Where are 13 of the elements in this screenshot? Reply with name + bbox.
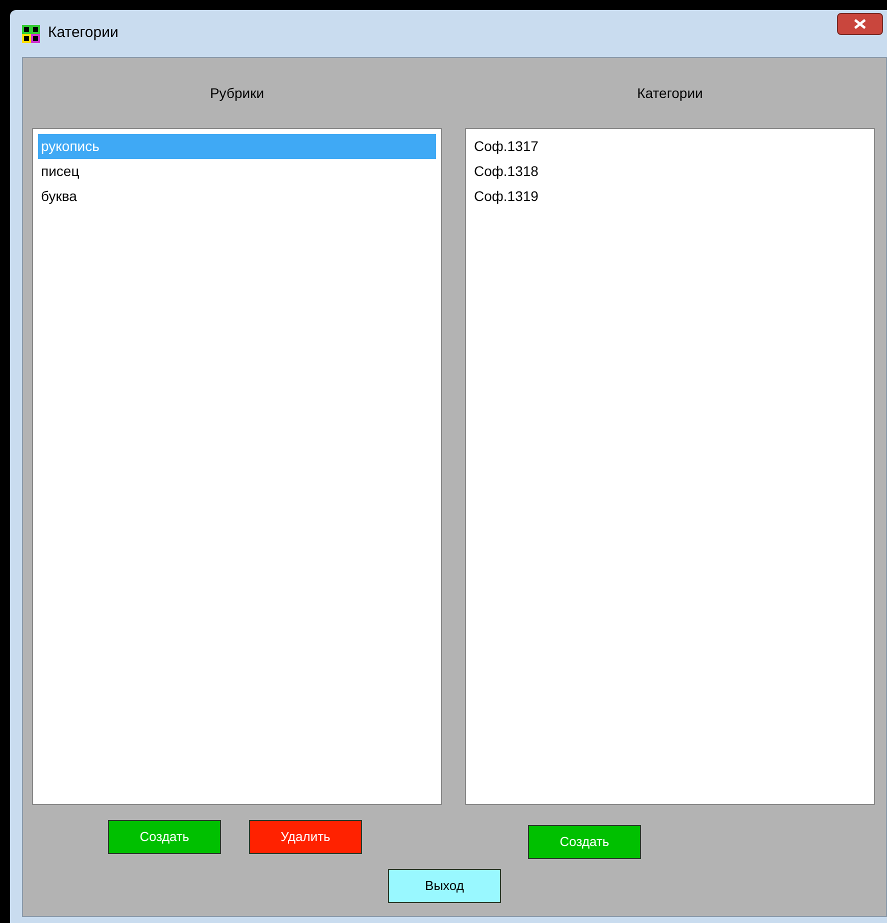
action-button[interactable]: Удалить (249, 820, 362, 854)
list-item[interactable]: писец (38, 159, 436, 184)
list-item[interactable]: Соф.1318 (471, 159, 869, 184)
app-icon (22, 24, 40, 42)
list-item[interactable]: Соф.1317 (471, 134, 869, 159)
list-heading: Категории (636, 84, 704, 103)
action-button[interactable]: Выход (388, 869, 501, 903)
window-title: Категории (48, 23, 118, 44)
close-button[interactable] (837, 13, 883, 35)
list-heading: Рубрики (208, 84, 266, 103)
list-item[interactable]: буква (38, 184, 436, 209)
list-item[interactable]: Соф.1319 (471, 184, 869, 209)
close-icon (854, 19, 866, 29)
